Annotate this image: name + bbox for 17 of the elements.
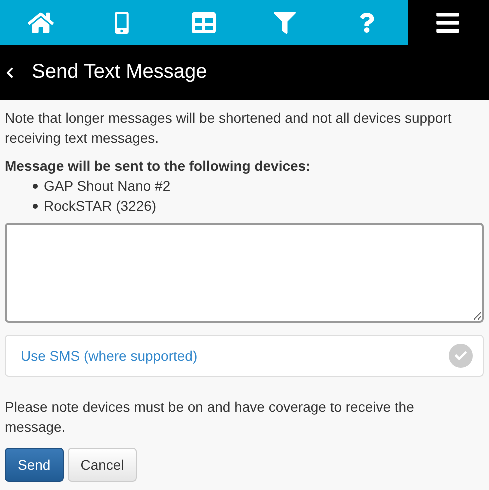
sms-toggle[interactable]: Use SMS (where supported) xyxy=(5,335,484,377)
recipients-heading: Message will be sent to the following devices: xyxy=(5,157,312,176)
recipient-item: GAP Shout Nano #2 xyxy=(44,177,171,196)
cancel-button[interactable]: Cancel xyxy=(68,448,138,482)
coverage-note: Please note devices must be on and have coverage to receive the message. xyxy=(5,398,416,437)
bullet-icon xyxy=(33,204,38,208)
page-title: Send Text Message xyxy=(32,61,208,84)
intro-text: Note that longer messages will be shortened and not all devices support receiving text messages. xyxy=(5,109,453,148)
message-field[interactable] xyxy=(5,223,484,323)
bullet-icon xyxy=(33,184,38,188)
grid-icon xyxy=(192,10,216,34)
recipient-item: RockSTAR (3226) xyxy=(44,197,157,216)
filter-icon xyxy=(274,12,296,34)
back-icon xyxy=(4,66,16,78)
send-button[interactable]: Send xyxy=(5,448,64,482)
nav-tab[interactable] xyxy=(408,0,489,45)
back-button[interactable] xyxy=(4,66,16,78)
